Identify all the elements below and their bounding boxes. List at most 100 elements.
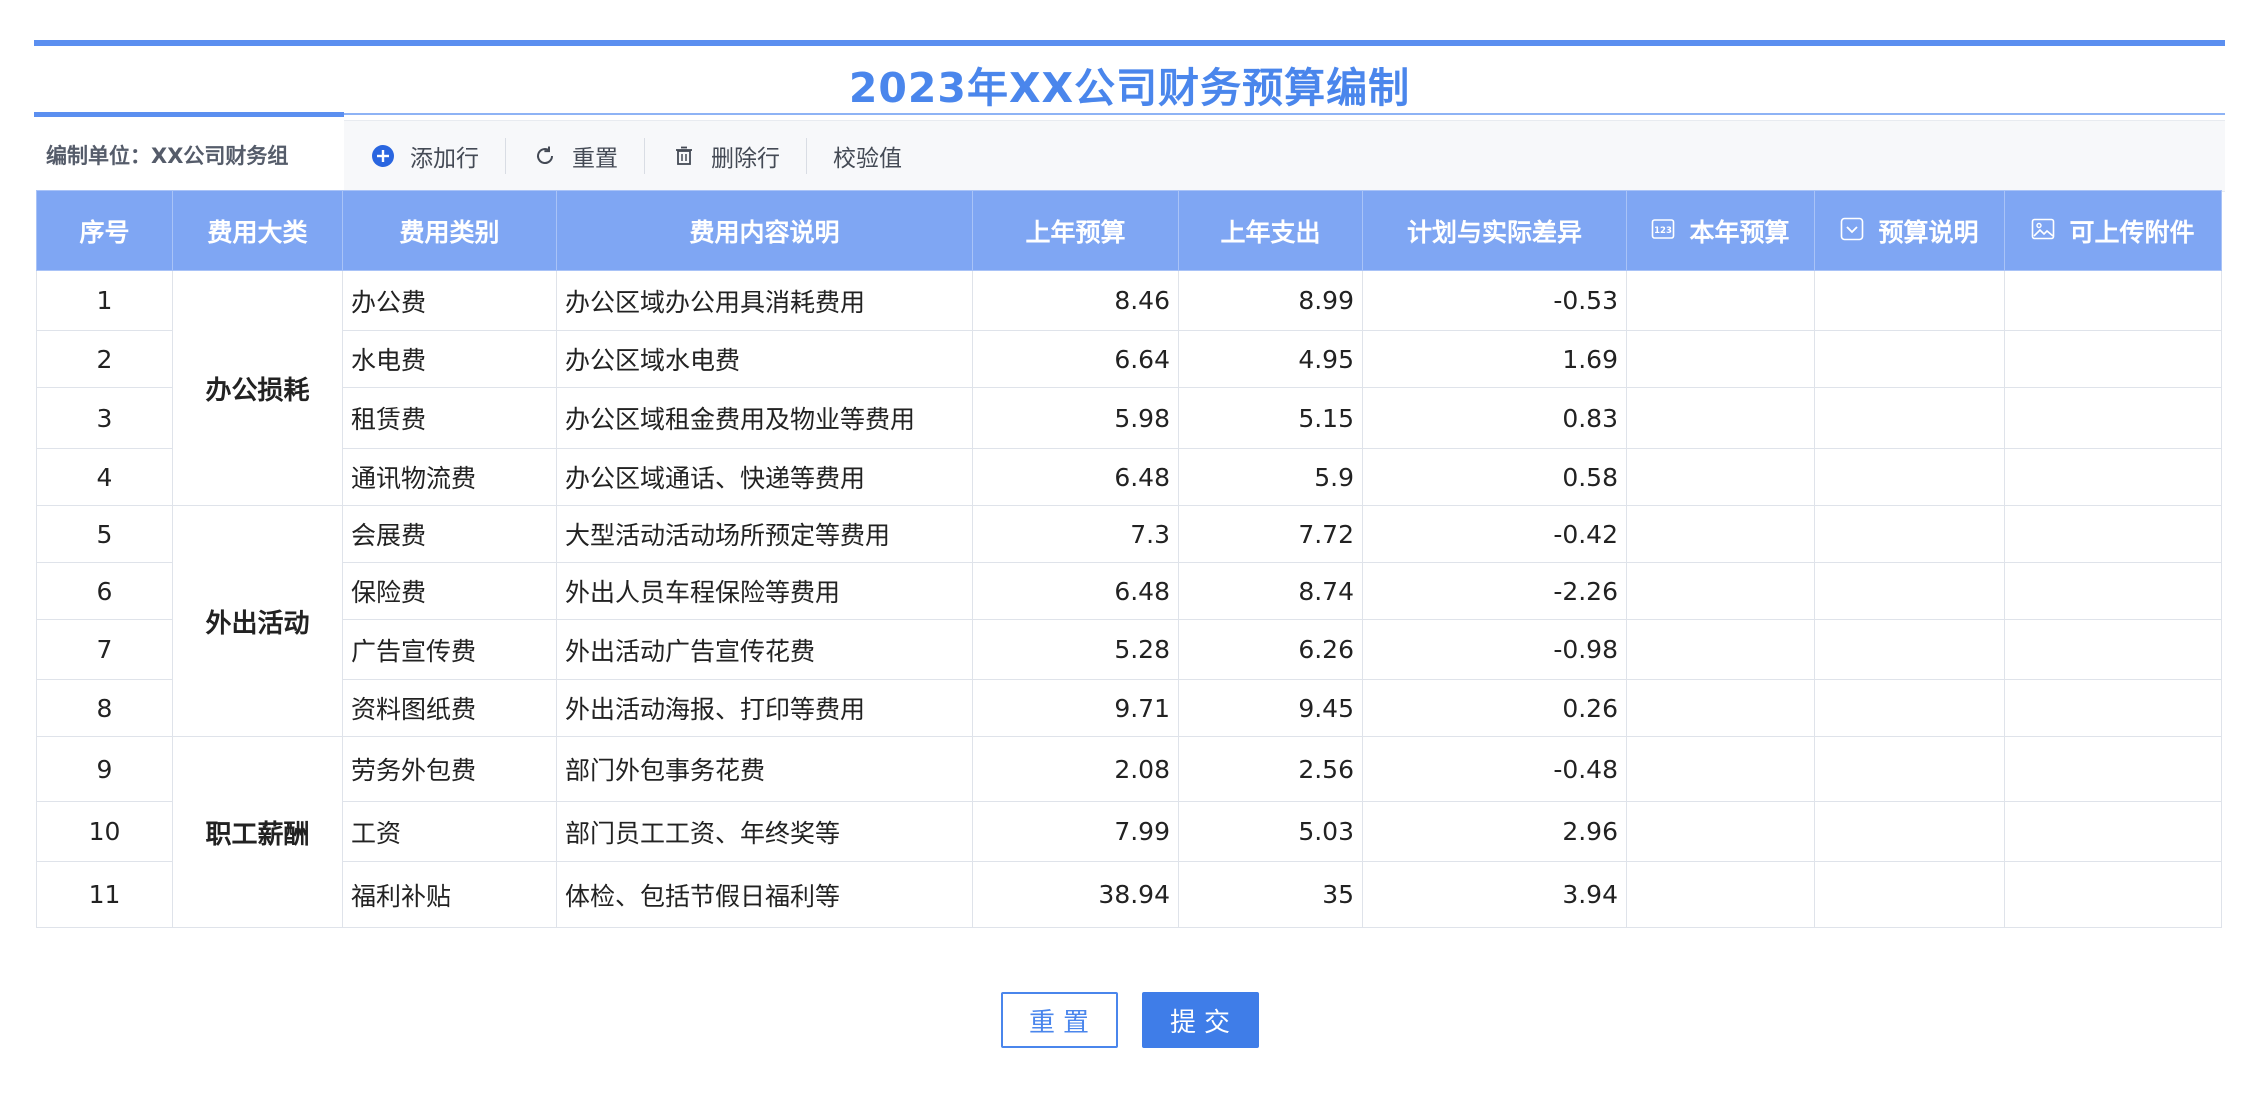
cell-prev-spend: 6.26	[1178, 619, 1363, 680]
cell-desc: 外出活动广告宣传花费	[556, 619, 973, 680]
title-divider	[34, 113, 2225, 115]
cell-prev-budget: 6.48	[972, 562, 1179, 620]
cell-prev-spend: 35	[1178, 861, 1363, 928]
dropdown-select-icon	[1840, 217, 1864, 247]
cell-prev-spend: 5.03	[1178, 801, 1363, 862]
delete-row-button[interactable]: 删除行	[645, 139, 806, 173]
cell-attachment-upload[interactable]	[2004, 387, 2222, 449]
cell-attachment-upload[interactable]	[2004, 330, 2222, 388]
header-budget-note-label: 预算说明	[1878, 217, 1979, 247]
unit-label: 编制单位：XX公司财务组	[34, 120, 344, 192]
cell-this-year-budget-input[interactable]	[1626, 448, 1815, 506]
reset-button[interactable]: 重置	[1000, 992, 1118, 1048]
cell-attachment-upload[interactable]	[2004, 801, 2222, 862]
cell-attachment-upload[interactable]	[2004, 736, 2222, 802]
cell-desc: 办公区域通话、快递等费用	[556, 448, 973, 506]
cell-budget-note-select[interactable]	[1814, 270, 2005, 331]
cell-attachment-upload[interactable]	[2004, 448, 2222, 506]
cell-this-year-budget-input[interactable]	[1626, 505, 1815, 563]
cell-prev-spend: 2.56	[1178, 736, 1363, 802]
cell-prev-budget: 5.98	[972, 387, 1179, 449]
cell-attachment-upload[interactable]	[2004, 270, 2222, 331]
cell-type: 福利补贴	[342, 861, 557, 928]
add-row-button[interactable]: 添加行	[344, 139, 505, 173]
table-row: 7 广告宣传费 外出活动广告宣传花费 5.28 6.26 -0.98	[36, 619, 2222, 680]
table-row: 1 办公损耗 办公费 办公区域办公用具消耗费用 8.46 8.99 -0.53	[36, 270, 2222, 506]
cell-diff: -2.26	[1362, 562, 1627, 620]
cell-prev-spend: 8.99	[1178, 270, 1363, 331]
cell-type: 资料图纸费	[342, 679, 557, 737]
cell-budget-note-select[interactable]	[1814, 736, 2005, 802]
validate-button[interactable]: 校验值	[807, 139, 928, 173]
form-footer: 重置 提交	[34, 992, 2225, 1052]
table-row: 5 外出活动 会展费 大型活动活动场所预定等费用 7.3 7.72 -0.42	[36, 505, 2222, 737]
cell-this-year-budget-input[interactable]	[1626, 801, 1815, 862]
cell-prev-budget: 5.28	[972, 619, 1179, 680]
cell-desc: 办公区域水电费	[556, 330, 973, 388]
cell-budget-note-select[interactable]	[1814, 330, 2005, 388]
cell-prev-budget: 7.99	[972, 801, 1179, 862]
budget-table: 序号 费用大类 费用类别 费用内容说明 上年预算 上年支出 计划与实际差异 12…	[36, 190, 2222, 928]
cell-this-year-budget-input[interactable]	[1626, 736, 1815, 802]
delete-row-label: 删除行	[711, 146, 780, 172]
cell-this-year-budget-input[interactable]	[1626, 619, 1815, 680]
cell-budget-note-select[interactable]	[1814, 387, 2005, 449]
header-prev-budget: 上年预算	[972, 190, 1179, 271]
add-row-label: 添加行	[410, 146, 479, 172]
cell-this-year-budget-input[interactable]	[1626, 270, 1815, 331]
cell-no: 1	[36, 270, 173, 331]
cell-budget-note-select[interactable]	[1814, 861, 2005, 928]
cell-type: 租赁费	[342, 387, 557, 449]
cell-prev-budget: 6.64	[972, 330, 1179, 388]
cell-budget-note-select[interactable]	[1814, 505, 2005, 563]
cell-no: 4	[36, 448, 173, 506]
category-cell: 职工薪酬	[172, 736, 343, 928]
header-budget-note: 预算说明	[1814, 190, 2005, 271]
cell-desc: 部门员工工资、年终奖等	[556, 801, 973, 862]
cell-budget-note-select[interactable]	[1814, 801, 2005, 862]
cell-desc: 部门外包事务花费	[556, 736, 973, 802]
header-category: 费用大类	[172, 190, 343, 271]
cell-prev-spend: 5.9	[1178, 448, 1363, 506]
cell-this-year-budget-input[interactable]	[1626, 387, 1815, 449]
cell-no: 6	[36, 562, 173, 620]
reset-toolbar-button[interactable]: 重置	[506, 139, 644, 173]
table-row: 8 资料图纸费 外出活动海报、打印等费用 9.71 9.45 0.26	[36, 679, 2222, 737]
cell-no: 2	[36, 330, 173, 388]
cell-attachment-upload[interactable]	[2004, 619, 2222, 680]
cell-this-year-budget-input[interactable]	[1626, 861, 1815, 928]
cell-budget-note-select[interactable]	[1814, 448, 2005, 506]
cell-this-year-budget-input[interactable]	[1626, 330, 1815, 388]
header-attachment: 可上传附件	[2004, 190, 2222, 271]
cell-diff: 3.94	[1362, 861, 1627, 928]
table-row: 4 通讯物流费 办公区域通话、快递等费用 6.48 5.9 0.58	[36, 448, 2222, 506]
cell-attachment-upload[interactable]	[2004, 679, 2222, 737]
header-diff: 计划与实际差异	[1362, 190, 1627, 271]
validate-label: 校验值	[833, 146, 902, 172]
cell-attachment-upload[interactable]	[2004, 861, 2222, 928]
cell-this-year-budget-input[interactable]	[1626, 679, 1815, 737]
cell-attachment-upload[interactable]	[2004, 505, 2222, 563]
cell-type: 工资	[342, 801, 557, 862]
cell-no: 8	[36, 679, 173, 737]
cell-prev-spend: 7.72	[1178, 505, 1363, 563]
svg-text:123: 123	[1655, 226, 1673, 236]
cell-budget-note-select[interactable]	[1814, 562, 2005, 620]
submit-button[interactable]: 提交	[1141, 992, 1259, 1048]
cell-type: 广告宣传费	[342, 619, 557, 680]
cell-prev-spend: 8.74	[1178, 562, 1363, 620]
table-row: 11 福利补贴 体检、包括节假日福利等 38.94 35 3.94	[36, 861, 2222, 928]
cell-this-year-budget-input[interactable]	[1626, 562, 1815, 620]
cell-no: 9	[36, 736, 173, 802]
cell-type: 保险费	[342, 562, 557, 620]
plus-circle-icon	[370, 143, 396, 169]
cell-prev-budget: 8.46	[972, 270, 1179, 331]
cell-diff: -0.53	[1362, 270, 1627, 331]
cell-desc: 外出人员车程保险等费用	[556, 562, 973, 620]
cell-budget-note-select[interactable]	[1814, 679, 2005, 737]
cell-prev-budget: 9.71	[972, 679, 1179, 737]
cell-no: 10	[36, 801, 173, 862]
cell-attachment-upload[interactable]	[2004, 562, 2222, 620]
header-prev-spend: 上年支出	[1178, 190, 1363, 271]
cell-budget-note-select[interactable]	[1814, 619, 2005, 680]
